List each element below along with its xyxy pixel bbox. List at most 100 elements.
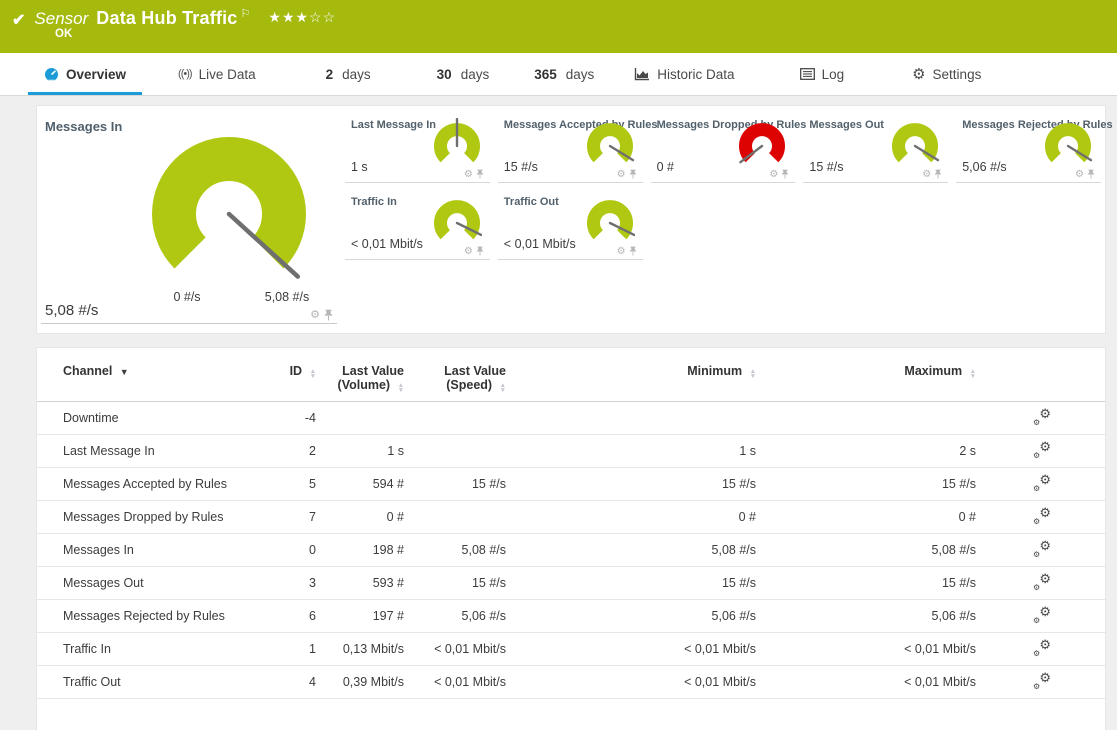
cell-channel: Traffic Out (37, 666, 280, 699)
gauge-settings-gear-icon[interactable]: ⚙ (1075, 170, 1084, 179)
tab-label: days (461, 67, 490, 82)
gauge-settings-gear-icon[interactable]: ⚙ (464, 170, 473, 179)
cell-minimum: 15 #/s (506, 468, 756, 501)
cell-last-value-volume: 197 # (316, 600, 404, 633)
tab-label: Historic Data (657, 67, 734, 82)
gauge-settings-gear-icon[interactable]: ⚙ (617, 247, 626, 256)
tab-days[interactable]: 365 days (534, 53, 594, 95)
channel-settings-gears-icon[interactable]: ⚙⚙ (1033, 442, 1051, 458)
channel-settings-gears-icon[interactable]: ⚙⚙ (1033, 574, 1051, 590)
gauge-settings-gear-icon[interactable]: ⚙ (310, 310, 320, 320)
sort-arrows-icon[interactable]: ▲▼ (750, 369, 756, 379)
sort-arrows-icon[interactable]: ▲▼ (500, 383, 506, 393)
gauge-pin-icon[interactable] (629, 246, 637, 256)
gauge-cell-messages-rejected-by-rules: Messages Rejected by Rules 5,06 #/s ⚙ (956, 106, 1101, 183)
cell-last-value-volume: 594 # (316, 468, 404, 501)
cell-last-value-volume: 0 # (316, 501, 404, 534)
table-row-downtime[interactable]: Downtime -4 ⚙⚙ (37, 402, 1105, 435)
channel-settings-gears-icon[interactable]: ⚙⚙ (1033, 508, 1051, 524)
column-header-minimum[interactable]: Minimum ▲▼ (506, 348, 756, 402)
sort-arrows-icon[interactable]: ▲▼ (970, 369, 976, 379)
primary-gauge-scale-max: 5,08 #/s (249, 290, 325, 304)
sensor-page: ✔ Sensor Data Hub Traffic ⚐ ★★★☆☆ OK Ove… (0, 0, 1117, 730)
gauge-cell-messages-dropped-by-rules: Messages Dropped by Rules 0 # ⚙ (651, 106, 796, 183)
cell-last-value-speed: 15 #/s (404, 468, 506, 501)
cell-channel: Messages Accepted by Rules (37, 468, 280, 501)
gauge-settings-gear-icon[interactable]: ⚙ (922, 170, 931, 179)
cell-id: 4 (280, 666, 316, 699)
tab-settings[interactable]: ⚙ Settings (912, 53, 981, 95)
cell-channel: Messages Rejected by Rules (37, 600, 280, 633)
tab-overview[interactable]: Overview (28, 53, 142, 95)
gauge-pin-icon[interactable] (934, 169, 942, 179)
table-row-messages-rejected-by-rules[interactable]: Messages Rejected by Rules 6 197 # 5,06 … (37, 600, 1105, 633)
status-badge: OK (55, 28, 72, 40)
cell-id: 3 (280, 567, 316, 600)
primary-gauge (149, 126, 309, 299)
channel-settings-gears-icon[interactable]: ⚙⚙ (1033, 409, 1051, 425)
gauge-settings-gear-icon[interactable]: ⚙ (464, 247, 473, 256)
cell-minimum (506, 402, 756, 435)
table-row-messages-accepted-by-rules[interactable]: Messages Accepted by Rules 5 594 # 15 #/… (37, 468, 1105, 501)
sort-arrows-icon[interactable]: ▲▼ (310, 369, 316, 379)
channel-settings-gears-icon[interactable]: ⚙⚙ (1033, 607, 1051, 623)
status-ok-check-icon: ✔ (12, 10, 25, 30)
tab-live-data[interactable]: ((•)) Live Data (178, 53, 256, 95)
log-icon (800, 68, 815, 80)
cell-maximum: 15 #/s (756, 468, 976, 501)
cell-channel: Messages Dropped by Rules (37, 501, 280, 534)
table-row-traffic-out[interactable]: Traffic Out 4 0,39 Mbit/s < 0,01 Mbit/s … (37, 666, 1105, 699)
channel-settings-gears-icon[interactable]: ⚙⚙ (1033, 673, 1051, 689)
table-row-traffic-in[interactable]: Traffic In 1 0,13 Mbit/s < 0,01 Mbit/s <… (37, 633, 1105, 666)
gauge-pin-icon[interactable] (629, 169, 637, 179)
gauge-cell-last-message-in: Last Message In 1 s ⚙ (345, 106, 490, 183)
area-chart-icon (634, 67, 650, 81)
tab-log[interactable]: Log (800, 53, 845, 95)
sort-caret-icon[interactable]: ▼ (120, 367, 129, 377)
gauge-settings-gear-icon[interactable]: ⚙ (769, 170, 778, 179)
tab-label: Log (822, 67, 845, 82)
cell-maximum: < 0,01 Mbit/s (756, 633, 976, 666)
table-row-last-message-in[interactable]: Last Message In 2 1 s 1 s 2 s ⚙⚙ (37, 435, 1105, 468)
priority-stars[interactable]: ★★★☆☆ (268, 9, 336, 26)
gauge-pin-icon[interactable] (781, 169, 789, 179)
channel-settings-gears-icon[interactable]: ⚙⚙ (1033, 640, 1051, 656)
cell-last-value-volume: 0,13 Mbit/s (316, 633, 404, 666)
gauge-title: Messages Out (809, 119, 884, 131)
column-header-last-value[interactable]: Last Value(Volume) ▲▼ (316, 348, 404, 402)
gauge-value: < 0,01 Mbit/s (351, 237, 423, 251)
gauge-value: 15 #/s (504, 160, 538, 174)
gauge-value: 1 s (351, 160, 368, 174)
cell-minimum: < 0,01 Mbit/s (506, 666, 756, 699)
gauge-pin-icon[interactable] (476, 246, 484, 256)
cell-id: 0 (280, 534, 316, 567)
gauge-settings-gear-icon[interactable]: ⚙ (617, 170, 626, 179)
channel-table: Channel ▼ID ▲▼Last Value(Volume) ▲▼Last … (37, 348, 1105, 699)
cell-last-value-speed: 15 #/s (404, 567, 506, 600)
cell-last-value-speed (404, 402, 506, 435)
gauge-pin-icon[interactable] (324, 309, 333, 321)
gauge-title: Traffic Out (504, 196, 559, 208)
cell-minimum: 5,08 #/s (506, 534, 756, 567)
gauge-pin-icon[interactable] (476, 169, 484, 179)
tab-range-number: 365 (534, 67, 557, 82)
gauge-pin-icon[interactable] (1087, 169, 1095, 179)
channel-settings-gears-icon[interactable]: ⚙⚙ (1033, 475, 1051, 491)
primary-gauge-cell: Messages In 0 #/s 5,08 #/s 5,08 #/s ⚙ (37, 106, 341, 333)
gauge-cell-traffic-out: Traffic Out < 0,01 Mbit/s ⚙ (498, 183, 643, 260)
sort-arrows-icon[interactable]: ▲▼ (398, 383, 404, 393)
table-row-messages-in[interactable]: Messages In 0 198 # 5,08 #/s 5,08 #/s 5,… (37, 534, 1105, 567)
cell-maximum (756, 402, 976, 435)
column-header-last-value[interactable]: Last Value(Speed) ▲▼ (404, 348, 506, 402)
column-header-id[interactable]: ID ▲▼ (280, 348, 316, 402)
tab-days[interactable]: 30 days (437, 53, 490, 95)
column-header-channel[interactable]: Channel ▼ (37, 348, 280, 402)
live-data-icon: ((•)) (178, 68, 192, 80)
table-row-messages-out[interactable]: Messages Out 3 593 # 15 #/s 15 #/s 15 #/… (37, 567, 1105, 600)
tab-historic-data[interactable]: Historic Data (634, 53, 734, 95)
column-header-maximum[interactable]: Maximum ▲▼ (756, 348, 976, 402)
flag-icon[interactable]: ⚐ (241, 7, 251, 20)
channel-settings-gears-icon[interactable]: ⚙⚙ (1033, 541, 1051, 557)
tab-days[interactable]: 2 days (326, 53, 371, 95)
table-row-messages-dropped-by-rules[interactable]: Messages Dropped by Rules 7 0 # 0 # 0 # … (37, 501, 1105, 534)
